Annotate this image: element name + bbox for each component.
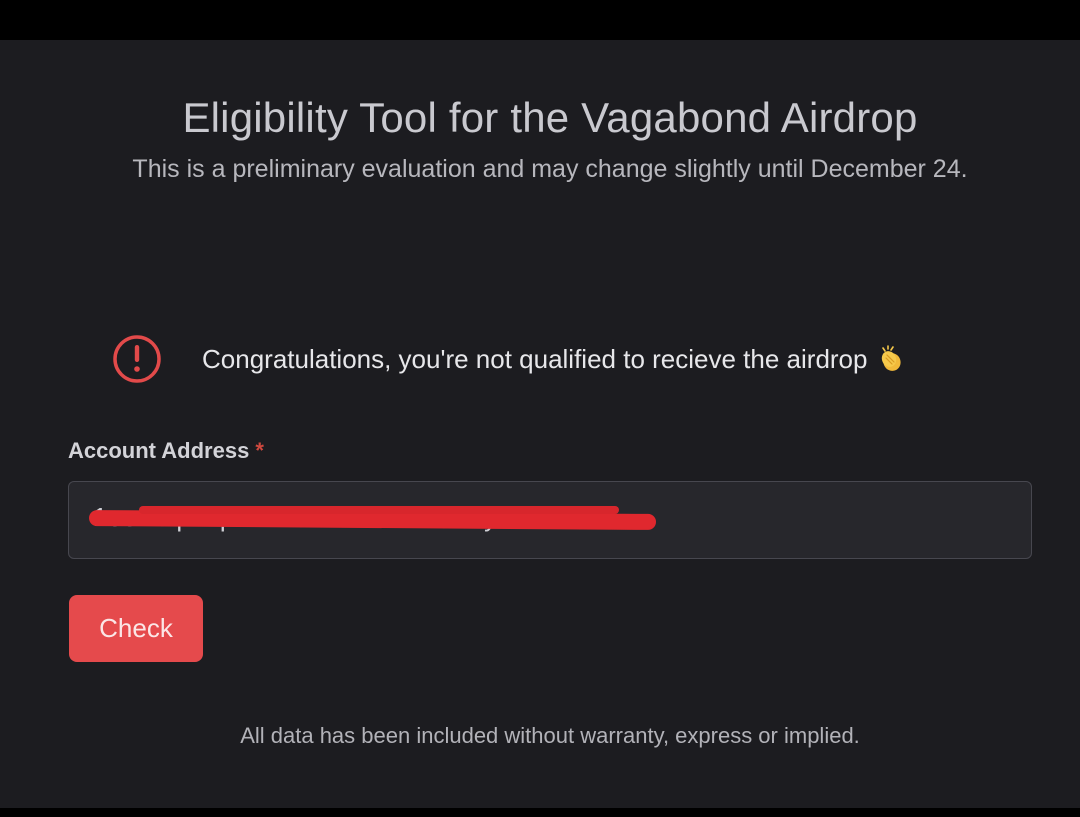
field-label-text: Account Address [68, 438, 250, 463]
disclaimer-text: All data has been included without warra… [240, 723, 860, 748]
page-title: Eligibility Tool for the Vagabond Airdro… [182, 94, 918, 141]
check-button[interactable]: Check [69, 595, 203, 662]
account-address-label: Account Address * [68, 438, 264, 464]
alert-message: Congratulations, you're not qualified to… [202, 343, 868, 374]
clapping-hands-icon [877, 345, 905, 373]
account-address-input[interactable]: 1oomTpoxpVRoDokdrSHiNSonby2WWrn3 [68, 481, 1032, 559]
eligibility-alert: Congratulations, you're not qualified to… [112, 331, 905, 387]
redaction-mark-upper [139, 506, 619, 514]
alert-circle-icon [112, 334, 162, 384]
page-subtitle: This is a preliminary evaluation and may… [132, 155, 968, 183]
required-marker: * [255, 438, 264, 463]
app-panel: Eligibility Tool for the Vagabond Airdro… [0, 40, 1080, 808]
